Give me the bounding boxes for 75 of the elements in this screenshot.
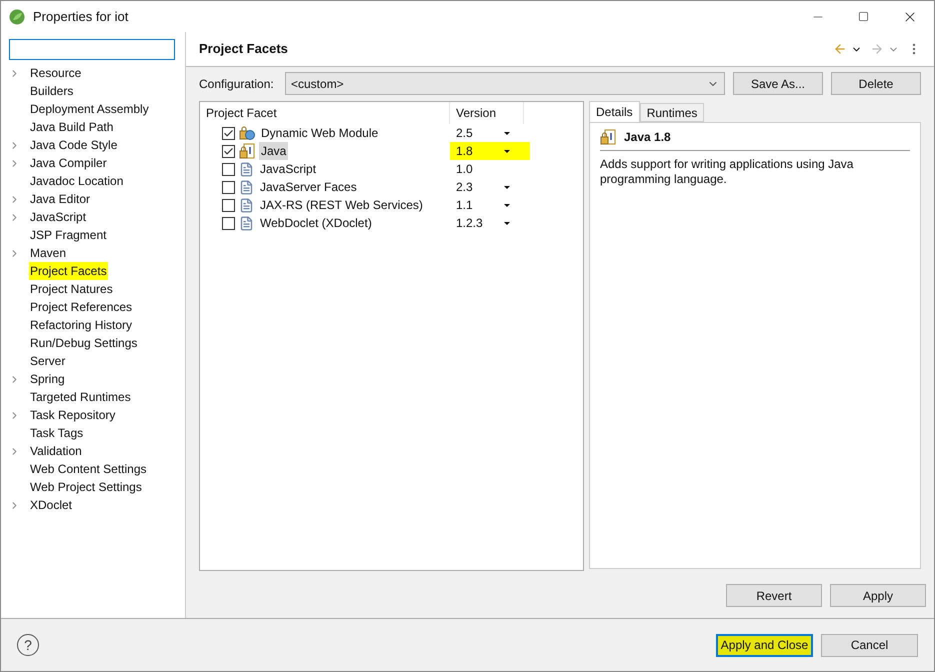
- sidebar-item[interactable]: Java Build Path: [29, 118, 114, 136]
- facet-version: 1.1: [456, 197, 474, 214]
- document-icon: [239, 180, 254, 194]
- facet-version: 2.3: [456, 179, 474, 196]
- window-title: Properties for iot: [33, 8, 128, 26]
- java-lock-icon: [600, 128, 616, 144]
- facet-version: 1.0: [456, 161, 474, 178]
- facet-version: 1.2.3: [456, 215, 484, 232]
- details-description: Adds support for writing applications using Java programming language.: [600, 157, 854, 187]
- details-heading: Java 1.8: [624, 128, 671, 146]
- config-button[interactable]: Save As...: [733, 72, 823, 95]
- sidebar-item[interactable]: XDoclet: [29, 496, 74, 514]
- dropdown-icon[interactable]: [504, 150, 510, 152]
- sidebar-item[interactable]: Spring: [29, 370, 66, 388]
- dropdown-icon[interactable]: [504, 222, 510, 224]
- facet-name[interactable]: Dynamic Web Module: [259, 124, 380, 142]
- facet-name[interactable]: Java: [259, 142, 288, 160]
- page-title: Project Facets: [199, 40, 288, 58]
- document-icon: [239, 198, 254, 212]
- sidebar-item[interactable]: Project References: [29, 298, 134, 316]
- globe-lock-icon: [239, 125, 255, 141]
- checkbox[interactable]: [222, 126, 235, 140]
- filter-field[interactable]: [9, 39, 175, 60]
- sidebar-item[interactable]: Server: [29, 352, 66, 370]
- sidebar-item[interactable]: Validation: [29, 442, 83, 460]
- sidebar-item[interactable]: Deployment Assembly: [29, 100, 150, 118]
- page-button[interactable]: Revert: [726, 584, 822, 607]
- sidebar-item[interactable]: Resource: [29, 64, 82, 82]
- document-icon: [239, 216, 254, 230]
- details-tab[interactable]: Runtimes: [640, 103, 704, 122]
- document-icon: [239, 162, 254, 176]
- facet-version: 2.5: [456, 125, 474, 142]
- config-button[interactable]: Delete: [831, 72, 921, 95]
- maximize-icon[interactable]: [858, 11, 869, 22]
- checkbox[interactable]: [222, 198, 235, 212]
- sidebar-item[interactable]: Task Repository: [29, 406, 116, 424]
- dropdown-icon[interactable]: [504, 132, 510, 134]
- sidebar-item[interactable]: Maven: [29, 244, 68, 262]
- facet-name[interactable]: WebDoclet (XDoclet): [258, 214, 374, 232]
- sidebar-item[interactable]: Javadoc Location: [29, 172, 124, 190]
- facet-version: 1.8: [456, 143, 474, 160]
- sidebar-item[interactable]: Java Compiler: [29, 154, 108, 172]
- sidebar-item[interactable]: JavaScript: [29, 208, 88, 226]
- facet-name[interactable]: JAX-RS (REST Web Services): [258, 196, 425, 214]
- sidebar-item[interactable]: Run/Debug Settings: [29, 334, 138, 352]
- java-lock-icon: [239, 143, 255, 159]
- facet-name[interactable]: JavaServer Faces: [258, 178, 359, 196]
- sidebar-item[interactable]: Task Tags: [29, 424, 84, 442]
- facet-name[interactable]: JavaScript: [258, 160, 318, 178]
- footer-button[interactable]: Apply and Close: [716, 634, 813, 656]
- configuration-dropdown[interactable]: <custom>: [285, 72, 725, 95]
- dropdown-icon[interactable]: [504, 204, 510, 206]
- leaf-logo-icon: [9, 8, 25, 24]
- help-icon[interactable]: ?: [17, 634, 39, 656]
- sidebar-item[interactable]: Web Project Settings: [29, 478, 143, 496]
- sidebar-item[interactable]: JSP Fragment: [29, 226, 108, 244]
- sidebar-item[interactable]: Web Content Settings: [29, 460, 148, 478]
- sidebar-item[interactable]: Project Natures: [29, 280, 114, 298]
- footer-button[interactable]: Cancel: [821, 634, 918, 656]
- sidebar-item[interactable]: Targeted Runtimes: [29, 388, 132, 406]
- checkbox[interactable]: [222, 162, 235, 176]
- sidebar-item[interactable]: Builders: [29, 82, 74, 100]
- configuration-label: Configuration:: [199, 76, 275, 92]
- sidebar-item[interactable]: Refactoring History: [29, 316, 134, 334]
- sidebar-item[interactable]: Project Facets: [29, 262, 108, 280]
- checkbox[interactable]: [222, 144, 235, 158]
- column-header: Project Facet: [200, 102, 450, 124]
- checkbox[interactable]: [222, 180, 235, 194]
- checkbox[interactable]: [222, 216, 235, 230]
- page-button[interactable]: Apply: [830, 584, 926, 607]
- sidebar-item[interactable]: Java Code Style: [29, 136, 118, 154]
- sidebar-item[interactable]: Java Editor: [29, 190, 92, 208]
- details-tab[interactable]: Details: [589, 101, 640, 122]
- dropdown-icon[interactable]: [504, 186, 510, 188]
- column-header: Version: [450, 102, 524, 124]
